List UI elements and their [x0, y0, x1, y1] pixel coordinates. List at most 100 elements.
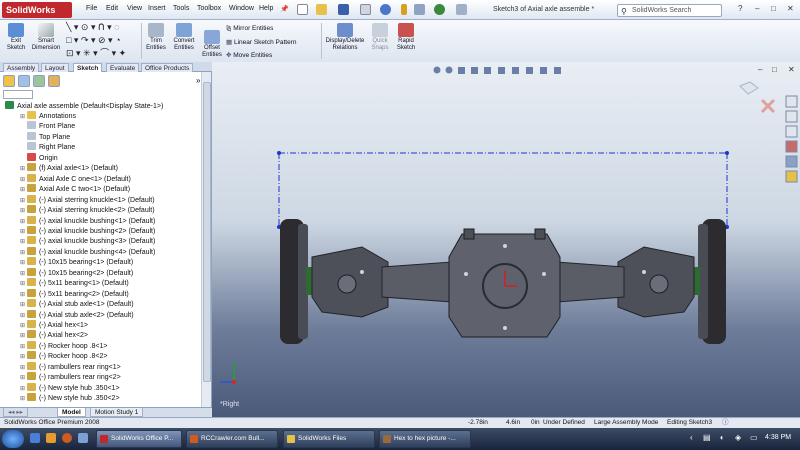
confirmation-corner[interactable] — [739, 81, 776, 114]
menu-insert[interactable]: Insert — [148, 5, 166, 12]
rapid-sketch-button[interactable]: Rapid Sketch — [393, 23, 419, 52]
tree-item[interactable]: ⊞ (f) Axial axle<1> (Default) — [20, 163, 118, 173]
tree-item[interactable]: ⊞ (-) 10x15 bearing<2> (Default) — [20, 267, 133, 278]
line-tool-icon[interactable]: ╲ ▾ ⊙ ▾ ᑎ ▾ ◌ — [66, 22, 119, 32]
start-button[interactable] — [2, 430, 24, 448]
tree-item[interactable]: ⊞ (-) 5x11 bearing<2> (Default) — [20, 288, 129, 299]
tab-layout[interactable]: Layout — [41, 63, 69, 72]
tab-assembly[interactable]: Assembly — [3, 63, 40, 72]
model-view[interactable]: – □ ✕ *Right — [212, 62, 800, 417]
tree-item[interactable]: ⊞ (-) Axial stub axle<1> (Default) — [20, 299, 134, 309]
menu-tools[interactable]: Tools — [173, 5, 189, 12]
tree-item[interactable]: ⊞ (-) Axial hex<2> — [20, 330, 88, 340]
tree-item[interactable]: ⊞ (-) Axial hex<1> — [20, 320, 88, 330]
task-solidworks-files[interactable]: SolidWorks Files — [283, 430, 375, 448]
tab-motion-study[interactable]: Motion Study 1 — [90, 408, 144, 417]
task-hex-picture[interactable]: Hex to hex picture -... — [379, 430, 471, 448]
close-button[interactable]: ✕ — [787, 4, 794, 13]
tab-sketch[interactable]: Sketch — [73, 63, 103, 72]
task-rccrawler[interactable]: RCCrawler.com Bull... — [186, 430, 278, 448]
display-delete-relations-button[interactable]: Display/Delete Relations — [322, 23, 368, 52]
tree-item[interactable]: ⊞ (-) Axial sterring knuckle<2> (Default) — [20, 205, 155, 215]
new-document-icon[interactable] — [297, 4, 308, 15]
tree-item[interactable]: ⊞ (-) 5x11 bearing<1> (Default) — [20, 278, 129, 288]
tree-item[interactable]: ⊞ Axial Axle C one<1> (Default) — [20, 173, 131, 184]
panel-scrollbar[interactable] — [201, 72, 211, 407]
axle-assembly-model[interactable] — [280, 219, 726, 344]
tree-item[interactable]: ⊞ (-) axial knuckle bushing<4> (Default) — [20, 246, 155, 257]
point-tool-icon[interactable]: ⊡ ▾ ✳ ▾ ⌒ ▾ ✦ — [66, 48, 126, 58]
file-properties-icon[interactable] — [414, 4, 425, 15]
tree-item[interactable]: ⊞ (-) Rocker hoop .8<2> — [20, 351, 107, 361]
print-icon[interactable] — [360, 4, 371, 15]
move-entities-button[interactable]: ✥ Move Entities — [226, 51, 272, 59]
maximize-button[interactable]: □ — [771, 4, 776, 13]
tree-item[interactable]: ⊞ (-) 10x15 bearing<1> (Default) — [20, 257, 133, 267]
menu-view[interactable]: View — [127, 5, 142, 12]
tree-item[interactable]: ⊞ (-) rambullers rear ring<1> — [20, 361, 121, 372]
tree-item[interactable]: ⊞ (-) Axial sterring knuckle<1> (Default) — [20, 194, 155, 205]
panel-scrollbar-thumb[interactable] — [203, 82, 211, 382]
tree-item[interactable]: ⊞ (-) axial knuckle bushing<1> (Default) — [20, 215, 155, 226]
help-button[interactable]: ? — [738, 4, 742, 13]
volume-icon[interactable]: ◖ — [719, 433, 724, 442]
menu-help[interactable]: Help — [259, 5, 273, 12]
open-folder-icon[interactable] — [316, 4, 327, 15]
offset-entities-button[interactable]: Offset Entities — [199, 30, 225, 59]
monitor-icon[interactable]: ▭ — [750, 433, 758, 442]
property-manager-icon[interactable] — [18, 75, 30, 87]
minimize-button[interactable]: – — [755, 4, 759, 13]
quick-snaps-button[interactable]: Quick Snaps — [369, 23, 391, 52]
convert-entities-button[interactable]: Convert Entities — [170, 23, 198, 52]
tree-item[interactable]: ⊞ (-) axial knuckle bushing<2> (Default) — [20, 225, 155, 236]
options-icon[interactable] — [434, 4, 445, 15]
tree-item[interactable]: ⊞ (-) Axial stub axle<2> (Default) — [20, 309, 134, 320]
expand-toggle-icon[interactable]: ⊞ — [20, 394, 27, 404]
tree-item[interactable]: ⊞ Annotations — [20, 111, 76, 121]
menu-toolbox[interactable]: Toolbox — [197, 5, 221, 12]
sketch-entities[interactable] — [277, 151, 729, 229]
tab-office-products[interactable]: Office Products — [141, 63, 194, 72]
rectangle-tool-icon[interactable]: □ ▾ ↷ ▾ ⊘ ▾ ◔ — [66, 35, 121, 45]
filter-icon[interactable] — [3, 90, 33, 99]
network-icon[interactable]: ▤ — [703, 433, 711, 442]
undo-icon[interactable] — [380, 4, 391, 15]
tab-evaluate[interactable]: Evaluate — [106, 63, 140, 72]
search-input[interactable]: ⚲ SolidWorks Search — [617, 4, 722, 17]
app-logo[interactable]: SolidWorks — [2, 2, 72, 18]
tree-item[interactable]: ⊞ Axial Axle C two<1> (Default) — [20, 184, 130, 194]
smart-dimension-button[interactable]: Smart Dimension — [30, 23, 62, 52]
tree-root[interactable]: Axial axle assemble (Default<Display Sta… — [5, 101, 163, 111]
task-pane-tabs[interactable] — [785, 95, 798, 183]
trim-entities-button[interactable]: Trim Entities — [143, 23, 169, 52]
tab-model[interactable]: Model — [57, 408, 86, 417]
tree-item[interactable]: Front Plane — [20, 121, 75, 131]
expand-panel-icon[interactable]: » — [196, 76, 200, 85]
task-solidworks[interactable]: SolidWorks Office P... — [96, 430, 182, 448]
show-desktop-icon[interactable] — [78, 433, 88, 443]
pin-icon[interactable]: 📌 — [280, 5, 289, 13]
shield-icon[interactable]: ◈ — [735, 433, 741, 442]
tree-item[interactable]: Top Plane — [20, 131, 70, 142]
ie-icon[interactable] — [30, 433, 40, 443]
dimxpert-icon[interactable] — [48, 75, 60, 87]
tree-item[interactable]: ⊞ (-) rambullers rear ring<2> — [20, 372, 121, 382]
save-icon[interactable] — [338, 4, 349, 15]
tree-item[interactable]: ⊞ (-) Rocker hoop .8<1> — [20, 340, 107, 351]
menu-file[interactable]: File — [86, 5, 97, 12]
rebuild-icon[interactable] — [401, 4, 407, 15]
tree-item[interactable]: Right Plane — [20, 142, 75, 152]
mirror-entities-button[interactable]: ⧎ Mirror Entities — [226, 24, 273, 32]
scroll-tabs-icon[interactable]: ◂◂ ▸▸ — [3, 408, 28, 417]
firefox-icon[interactable] — [62, 433, 72, 443]
customize-icon[interactable] — [456, 4, 467, 15]
tray-arrow-icon[interactable]: ‹ — [690, 433, 693, 442]
configuration-manager-icon[interactable] — [33, 75, 45, 87]
exit-sketch-button[interactable]: Exit Sketch — [3, 23, 29, 52]
linear-sketch-pattern-button[interactable]: ▦ Linear Sketch Pattern — [226, 38, 296, 46]
feature-tree-icon[interactable] — [3, 75, 15, 87]
help-icon[interactable]: ⓘ — [722, 418, 729, 428]
explorer-icon[interactable] — [46, 433, 56, 443]
graphics-viewport[interactable]: – □ ✕ *Right — [212, 62, 800, 417]
menu-edit[interactable]: Edit — [106, 5, 118, 12]
